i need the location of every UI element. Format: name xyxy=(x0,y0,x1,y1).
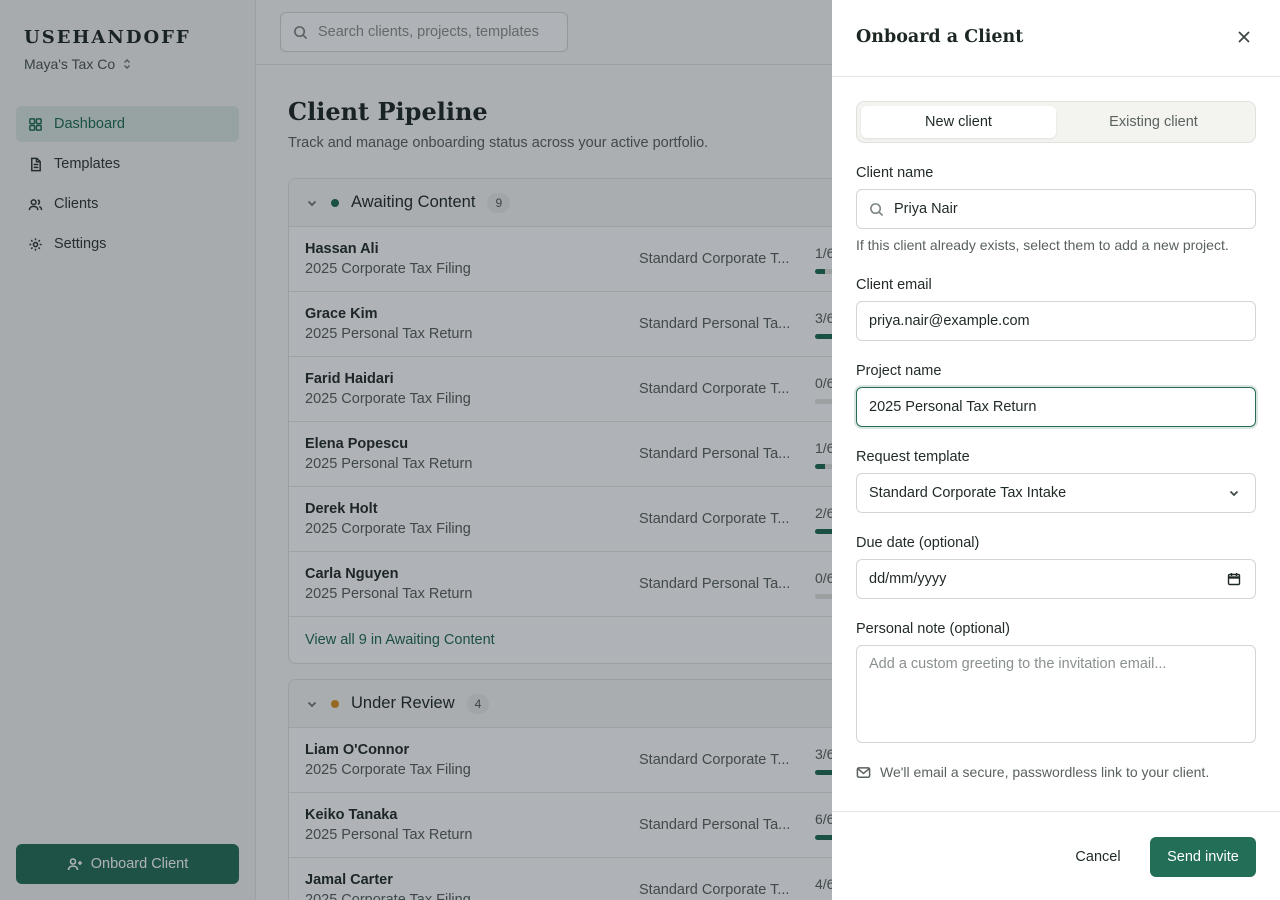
drawer-title: Onboard a Client xyxy=(856,27,1024,47)
search-icon xyxy=(870,202,884,216)
close-icon xyxy=(1238,31,1250,43)
calendar-icon[interactable] xyxy=(1227,572,1241,586)
client-email-label: Client email xyxy=(856,277,932,293)
project-name-label: Project name xyxy=(856,363,942,379)
drawer-footer: Cancel Send invite xyxy=(832,811,1280,900)
cancel-button[interactable]: Cancel xyxy=(1066,837,1130,877)
client-name-hint: If this client already exists, select th… xyxy=(856,237,1229,253)
request-template-value: Standard Corporate Tax Intake xyxy=(869,485,1067,501)
mail-icon xyxy=(856,766,871,778)
client-type-toggle: New client Existing client xyxy=(856,101,1256,143)
due-date-placeholder: dd/mm/yyyy xyxy=(869,571,947,587)
request-template-label: Request template xyxy=(856,449,970,465)
personal-note-textarea[interactable] xyxy=(856,645,1256,743)
drawer-header: Onboard a Client xyxy=(832,0,1280,77)
tab-existing-client[interactable]: Existing client xyxy=(1056,106,1251,138)
project-name-field[interactable] xyxy=(856,387,1256,427)
due-date-label: Due date (optional) xyxy=(856,535,980,551)
due-date-field[interactable]: dd/mm/yyyy xyxy=(856,559,1256,599)
client-email-field[interactable] xyxy=(856,301,1256,341)
client-name-label: Client name xyxy=(856,165,934,181)
tab-new-client[interactable]: New client xyxy=(861,106,1056,138)
client-name-input[interactable] xyxy=(894,201,1234,217)
email-info-text: We'll email a secure, passwordless link … xyxy=(880,764,1210,780)
send-invite-button[interactable]: Send invite xyxy=(1150,837,1256,877)
personal-note-label: Personal note (optional) xyxy=(856,621,1010,637)
chevron-down-icon xyxy=(1229,490,1239,497)
client-name-field[interactable] xyxy=(856,189,1256,229)
email-info-note: We'll email a secure, passwordless link … xyxy=(856,764,1209,780)
close-button[interactable] xyxy=(1234,28,1254,48)
modal-backdrop[interactable] xyxy=(0,0,832,900)
onboard-client-drawer: Onboard a Client New client Existing cli… xyxy=(832,0,1280,900)
request-template-select[interactable]: Standard Corporate Tax Intake xyxy=(856,473,1256,513)
